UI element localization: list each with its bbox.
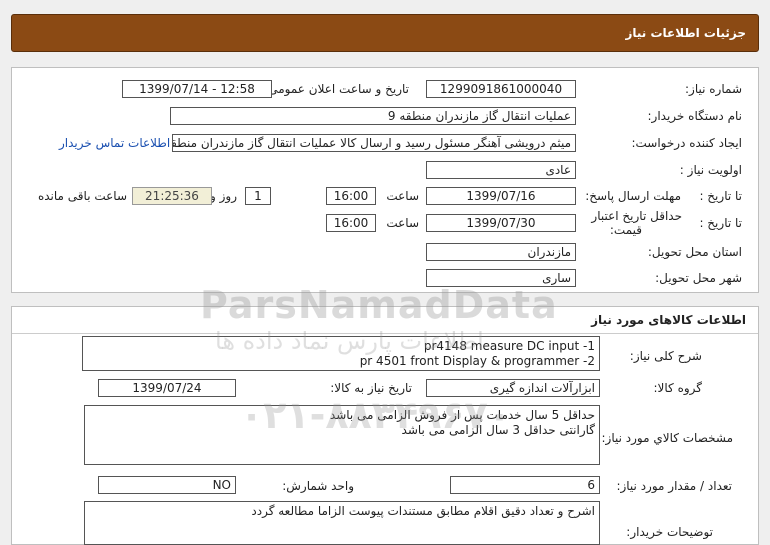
- watermark-subtitle: اطلاعات پارس نماد داده ها: [215, 327, 484, 355]
- deadline-time-field: 16:00: [326, 187, 376, 205]
- specs-label: مشخصات کالاي مورد نیاز:: [601, 431, 733, 445]
- goods-group-label: گروه کالا:: [653, 381, 703, 395]
- need-number-field: 1299091861000040: [426, 80, 576, 98]
- buyer-contact-link[interactable]: اطلاعات تماس خریدار: [59, 136, 170, 150]
- need-info-panel: شماره نیاز: 1299091861000040 تاریخ و ساع…: [11, 67, 759, 293]
- city-label: شهر محل تحویل:: [655, 271, 742, 285]
- deadline-date-field: 1399/07/16: [426, 187, 576, 205]
- buyer-label: نام دستگاه خریدار:: [647, 109, 743, 123]
- watermark-logo-text: ParsNamadData: [200, 283, 558, 327]
- remaining-time-field: 21:25:36: [132, 187, 212, 205]
- priority-field: عادی: [426, 161, 576, 179]
- buyer-notes-label: توضیحات خریدار:: [626, 525, 713, 539]
- page-header: جزئیات اطلاعات نیاز: [11, 14, 759, 52]
- unit-field: NO: [98, 476, 236, 494]
- buyer-field: عملیات انتقال گاز مازندران منطقه 9: [170, 107, 576, 125]
- validity-to-date-label: تا تاریخ :: [699, 216, 742, 230]
- announce-label: تاریخ و ساعت اعلان عمومی:: [264, 82, 409, 96]
- watermark-phone: ۰۲۱-۸۸۳۴۹۶۷۰: [240, 393, 511, 437]
- quantity-label: تعداد / مقدار مورد نیاز:: [616, 479, 732, 493]
- need-date-field: 1399/07/24: [98, 379, 236, 397]
- days-label: روز و: [210, 189, 237, 203]
- requester-field: میثم درویشی آهنگر مسئول رسید و ارسال کال…: [172, 134, 576, 152]
- province-label: استان محل تحویل:: [647, 245, 742, 259]
- validity-label-line2: قیمت:: [609, 223, 642, 237]
- page-title: جزئیات اطلاعات نیاز: [625, 26, 746, 40]
- buyer-notes-field: اشرح و تعداد دقیق اقلام مطابق مستندات پی…: [84, 501, 600, 545]
- quantity-field: 6: [450, 476, 600, 494]
- remaining-label: ساعت باقی مانده: [37, 189, 127, 203]
- priority-label: اولویت نیاز :: [679, 163, 742, 177]
- validity-hour-label: ساعت: [386, 216, 419, 230]
- goods-section-title: اطلاعات کالاهای مورد نیاز: [591, 313, 746, 327]
- requester-label: ایجاد کننده درخواست:: [631, 136, 742, 150]
- summary-label: شرح کلی نیاز:: [629, 349, 702, 363]
- days-remaining-field: 1: [245, 187, 271, 205]
- announce-field: 1399/07/14 - 12:58: [122, 80, 272, 98]
- deadline-to-date-label: تا تاریخ :: [699, 189, 742, 203]
- validity-label-line1: حداقل تاریخ اعتبار: [591, 209, 682, 223]
- province-field: مازندران: [426, 243, 576, 261]
- need-number-label: شماره نیاز:: [685, 82, 742, 96]
- deadline-hour-label: ساعت: [386, 189, 419, 203]
- validity-date-field: 1399/07/30: [426, 214, 576, 232]
- unit-label: واحد شمارش:: [282, 479, 354, 493]
- deadline-label: مهلت ارسال پاسخ:: [585, 189, 681, 203]
- validity-time-field: 16:00: [326, 214, 376, 232]
